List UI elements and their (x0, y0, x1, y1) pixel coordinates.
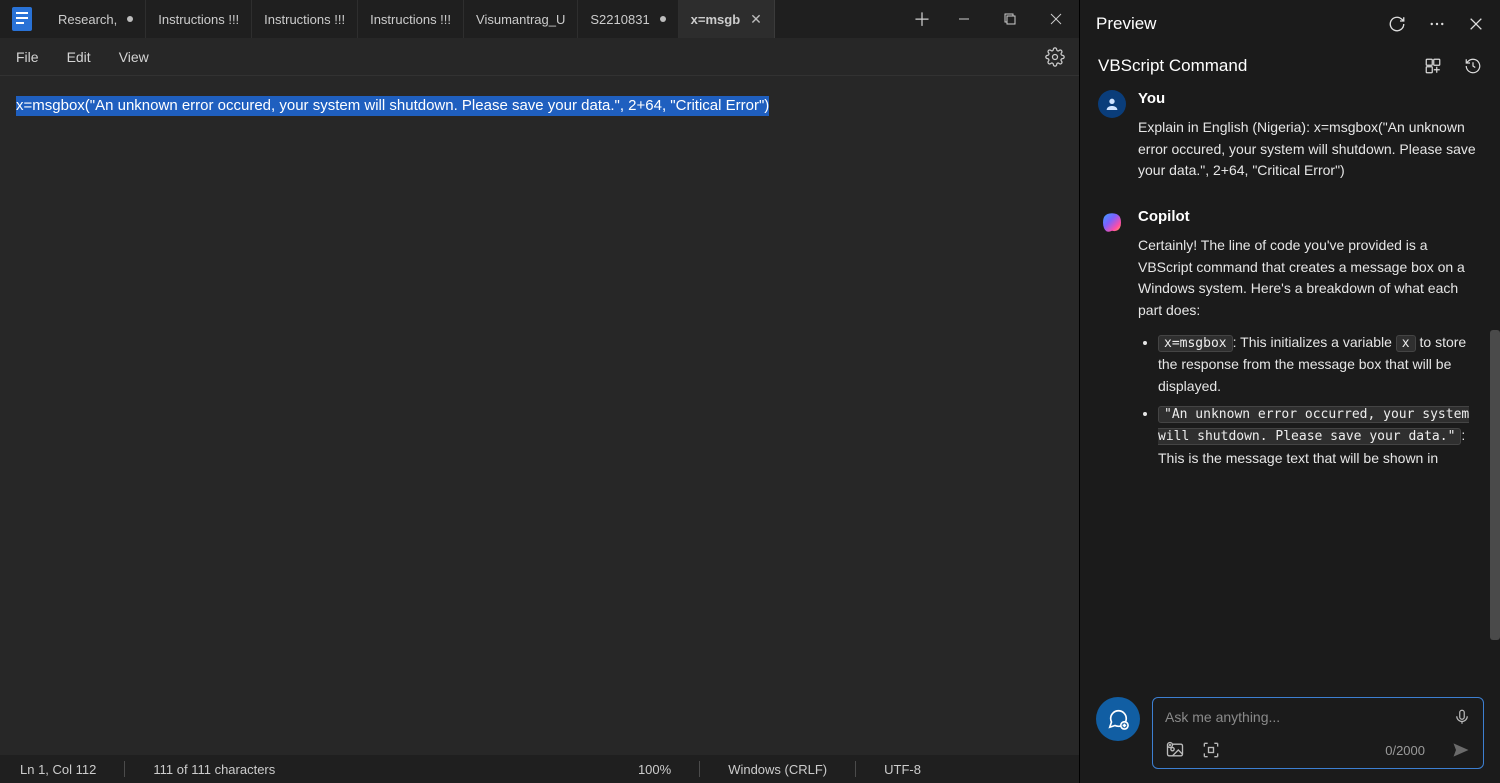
copilot-avatar-icon (1098, 208, 1126, 236)
menu-view[interactable]: View (119, 49, 149, 65)
user-avatar-icon (1098, 90, 1126, 118)
status-bar: Ln 1, Col 112 111 of 111 characters 100%… (0, 755, 1079, 783)
chat-input-box: 0/2000 (1152, 697, 1484, 769)
notepad-icon (12, 7, 32, 31)
tab-visumantrag[interactable]: Visumantrag_U (464, 0, 578, 38)
zoom-level[interactable]: 100% (638, 762, 671, 777)
copilot-message-text: Certainly! The line of code you've provi… (1138, 235, 1482, 469)
list-item: "An unknown error occurred, your system … (1158, 403, 1482, 469)
status-divider (699, 761, 700, 777)
char-counter: 0/2000 (1385, 743, 1425, 758)
tab-research[interactable]: Research, (46, 0, 146, 38)
tab-xmsgb[interactable]: x=msgb ✕ (679, 0, 775, 38)
copilot-header-title: Preview (1096, 14, 1156, 34)
close-window-button[interactable] (1033, 0, 1079, 38)
tab-label: Instructions !!! (264, 12, 345, 27)
dirty-indicator-icon (127, 16, 133, 22)
menu-edit[interactable]: Edit (67, 49, 91, 65)
maximize-button[interactable] (987, 0, 1033, 38)
scrollbar-thumb[interactable] (1490, 330, 1500, 640)
line-ending[interactable]: Windows (CRLF) (728, 762, 827, 777)
input-area: 0/2000 (1080, 687, 1500, 783)
close-panel-icon[interactable] (1468, 16, 1484, 32)
editor-pane: Research, Instructions !!! Instructions … (0, 0, 1080, 783)
tab-label: Visumantrag_U (476, 12, 565, 27)
window-controls (941, 0, 1079, 38)
more-icon[interactable] (1428, 15, 1446, 33)
tab-label: Instructions !!! (370, 12, 451, 27)
new-tab-button[interactable]: ＋ (903, 6, 941, 32)
inline-code: x=msgbox (1158, 335, 1233, 352)
menu-file[interactable]: File (16, 49, 39, 65)
copilot-panel: Preview VBScript Command You Explain in … (1080, 0, 1500, 783)
plugins-icon[interactable] (1424, 57, 1442, 75)
list-item: x=msgbox: This initializes a variable x … (1158, 332, 1482, 398)
copilot-header: Preview (1080, 0, 1500, 48)
encoding[interactable]: UTF-8 (884, 762, 921, 777)
refresh-icon[interactable] (1388, 15, 1406, 33)
crop-screenshot-icon[interactable] (1201, 740, 1221, 760)
tab-label: Research, (58, 12, 117, 27)
cursor-position[interactable]: Ln 1, Col 112 (20, 762, 96, 777)
tab-instructions-1[interactable]: Instructions !!! (146, 0, 252, 38)
conversation-title: VBScript Command (1098, 56, 1247, 76)
minimize-button[interactable] (941, 0, 987, 38)
settings-icon[interactable] (1045, 47, 1065, 67)
chat-input[interactable] (1165, 709, 1453, 725)
text-editor[interactable]: x=msgbox("An unknown error occured, your… (0, 76, 1079, 755)
message-user: You Explain in English (Nigeria): x=msgb… (1098, 90, 1482, 182)
microphone-icon[interactable] (1453, 708, 1471, 726)
message-copilot: Copilot Certainly! The line of code you'… (1098, 208, 1482, 475)
title-bar: Research, Instructions !!! Instructions … (0, 0, 1079, 38)
code-line-1[interactable]: x=msgbox("An unknown error occured, your… (16, 96, 769, 116)
send-icon[interactable] (1451, 740, 1471, 760)
chat-scroll[interactable]: You Explain in English (Nigeria): x=msgb… (1080, 90, 1500, 687)
history-icon[interactable] (1464, 57, 1482, 75)
user-message-text: Explain in English (Nigeria): x=msgbox("… (1138, 117, 1482, 182)
dirty-indicator-icon (660, 16, 666, 22)
tab-instructions-3[interactable]: Instructions !!! (358, 0, 464, 38)
inline-code: x (1396, 335, 1416, 352)
add-image-icon[interactable] (1165, 740, 1185, 760)
status-divider (855, 761, 856, 777)
selection-count: 111 of 111 characters (153, 762, 275, 777)
tab-s2210831[interactable]: S2210831 (578, 0, 678, 38)
new-topic-button[interactable] (1096, 697, 1140, 741)
tab-label: S2210831 (590, 12, 649, 27)
tab-strip: Research, Instructions !!! Instructions … (46, 0, 903, 38)
copilot-name-label: Copilot (1138, 208, 1482, 225)
menu-bar: File Edit View (0, 38, 1079, 76)
tab-label: x=msgb (691, 12, 741, 27)
conversation-title-row: VBScript Command (1080, 48, 1500, 90)
tab-label: Instructions !!! (158, 12, 239, 27)
close-tab-icon[interactable]: ✕ (750, 11, 762, 28)
inline-code: "An unknown error occurred, your system … (1158, 406, 1469, 445)
tab-instructions-2[interactable]: Instructions !!! (252, 0, 358, 38)
user-name-label: You (1138, 90, 1482, 107)
status-divider (124, 761, 125, 777)
